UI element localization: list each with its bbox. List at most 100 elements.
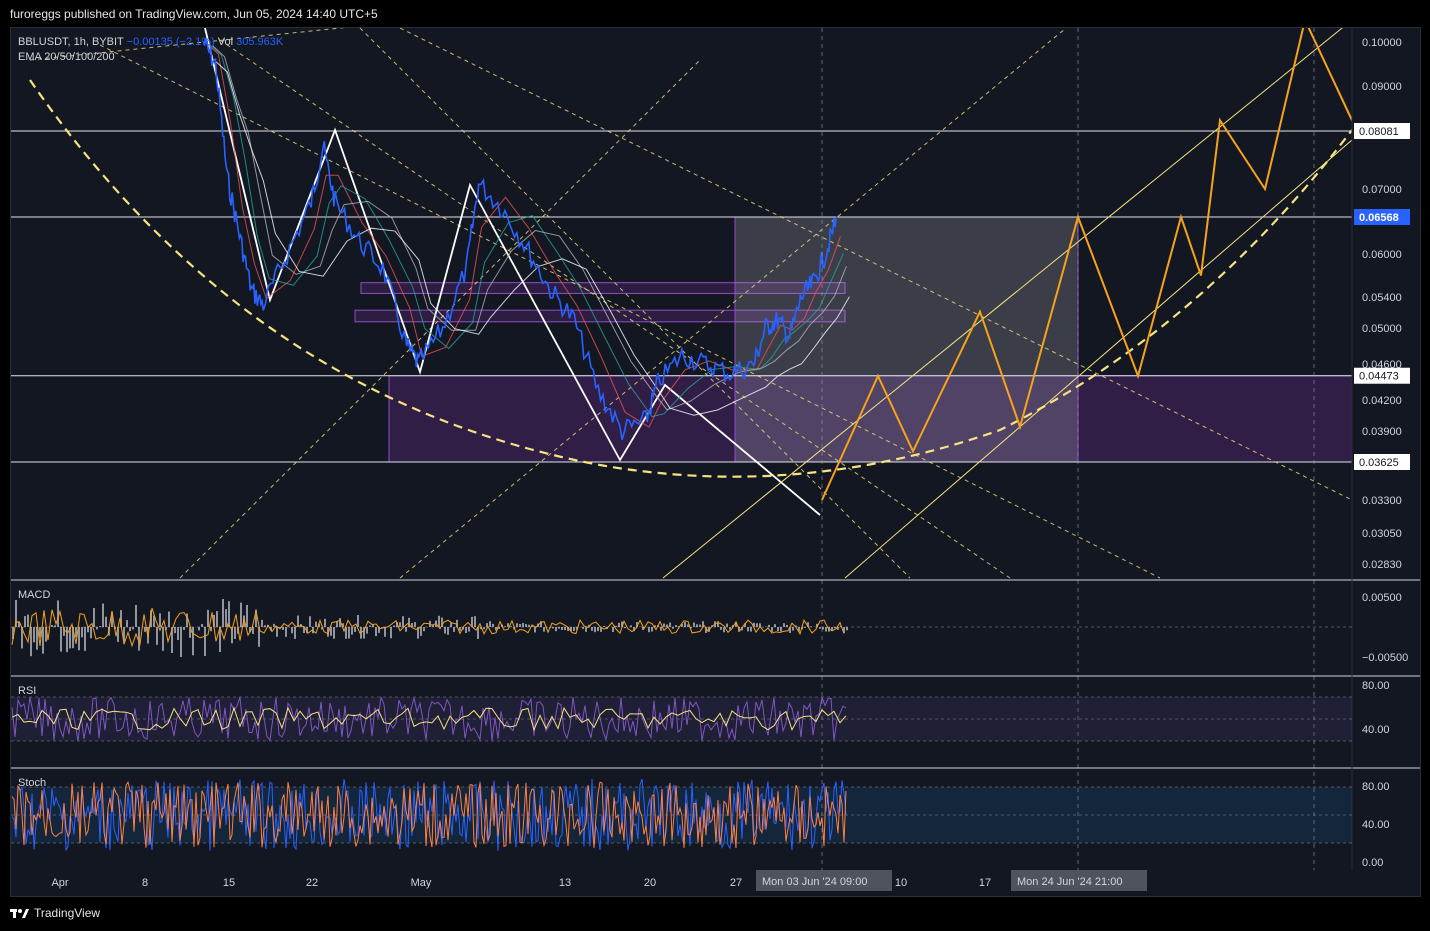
macd-hist-bar xyxy=(582,627,584,629)
price-tick-label: 0.04200 xyxy=(1362,395,1402,407)
macd-hist-bar xyxy=(492,623,494,627)
macd-hist-bar xyxy=(405,627,407,632)
macd-hist-bar xyxy=(348,627,350,639)
macd-hist-bar xyxy=(276,627,278,637)
macd-hist-bar xyxy=(777,627,779,632)
macd-hist-bar xyxy=(198,627,200,631)
time-tick-label: 27 xyxy=(730,877,742,889)
price-tick-label: 0.06000 xyxy=(1362,249,1402,261)
macd-hist-bar xyxy=(375,627,377,637)
macd-hist-bar xyxy=(573,627,575,631)
chart-legend: BBLUSDT, 1h, BYBIT −0.00135 (−2.1%) Vol … xyxy=(18,35,283,65)
macd-hist-bar xyxy=(30,627,32,657)
macd-hist-bar xyxy=(282,627,284,630)
macd-hist-bar xyxy=(768,624,770,627)
macd-hist-bar xyxy=(234,627,236,639)
macd-hist-bar xyxy=(648,627,650,633)
macd-hist-bar xyxy=(366,627,368,634)
legend-volume-label: Vol xyxy=(217,36,234,48)
macd-hist-bar xyxy=(615,625,617,627)
macd-hist-bar xyxy=(96,627,98,630)
macd-hist-bar xyxy=(489,621,491,627)
macd-hist-bar xyxy=(81,627,83,638)
price-level-label: 0.03625 xyxy=(1359,457,1399,469)
chart-svg[interactable]: 0.10000 0.09000 0.07000 0.06000 0.05400 0.050… xyxy=(0,0,1430,931)
macd-label: MACD xyxy=(18,589,51,601)
macd-hist-bar xyxy=(90,627,92,639)
footer: TradingView xyxy=(10,906,100,920)
macd-hist-bar xyxy=(273,623,275,627)
macd-hist-bar xyxy=(57,600,59,627)
macd-hist-bar xyxy=(180,627,182,657)
macd-hist-bar xyxy=(552,627,554,629)
macd-hist-bar xyxy=(459,627,461,631)
macd-hist-bar xyxy=(129,627,131,632)
macd-hist-bar xyxy=(465,627,467,634)
macd-hist-bar xyxy=(315,621,317,627)
macd-hist-bar xyxy=(507,623,509,627)
time-tick-label: May xyxy=(411,877,432,889)
macd-hist-bar xyxy=(216,611,218,627)
macd-hist-bar xyxy=(294,627,296,639)
legend-volume: 305.963K xyxy=(236,36,284,48)
macd-hist-bar xyxy=(780,627,782,632)
macd-hist-bar xyxy=(564,627,566,631)
macd-hist-bar xyxy=(543,627,545,632)
macd-hist-bar xyxy=(603,625,605,627)
macd-hist-bar xyxy=(102,603,104,627)
macd-hist-bar xyxy=(750,627,752,632)
macd-hist-bar xyxy=(822,627,824,630)
macd-hist-bar xyxy=(51,625,53,627)
macd-hist-bar xyxy=(399,622,401,627)
price-tick-label: 0.02830 xyxy=(1362,559,1402,571)
macd-pane: 0.00500 −0.00500 xyxy=(11,592,1408,664)
macd-hist-bar xyxy=(585,627,587,632)
macd-hist-bar xyxy=(747,627,749,632)
macd-hist-bar xyxy=(285,627,287,637)
macd-hist-bar xyxy=(717,621,719,627)
macd-hist-bar xyxy=(447,627,449,635)
macd-hist-bar xyxy=(222,599,224,627)
time-tick-label: 22 xyxy=(306,877,318,889)
macd-hist-bar xyxy=(792,627,794,631)
price-tick-label: 0.03300 xyxy=(1362,495,1402,507)
macd-hist-bar xyxy=(420,627,422,636)
crosshair-time-label: Mon 24 Jun '24 21:00 xyxy=(1017,876,1122,888)
macd-hist-bar xyxy=(93,607,95,627)
macd-hist-bar xyxy=(24,616,26,627)
rsi-tick-label: 40.00 xyxy=(1362,724,1390,736)
time-tick-label: 13 xyxy=(559,877,571,889)
macd-hist-bar xyxy=(201,624,203,627)
macd-tick-label: −0.00500 xyxy=(1362,652,1408,664)
price-level-label: 0.08081 xyxy=(1359,126,1399,138)
macd-hist-bar xyxy=(66,627,68,653)
stoch-tick-label: 80.00 xyxy=(1362,781,1390,793)
macd-hist-bar xyxy=(438,615,440,627)
macd-hist-bar xyxy=(210,627,212,632)
macd-hist-bar xyxy=(54,625,56,627)
macd-hist-bar xyxy=(474,616,476,627)
macd-hist-bar xyxy=(663,623,665,627)
price-tick-label: 0.03900 xyxy=(1362,426,1402,438)
macd-hist-bar xyxy=(516,623,518,627)
macd-hist-bar xyxy=(384,627,386,637)
macd-tick-label: 0.00500 xyxy=(1362,592,1402,604)
macd-hist-bar xyxy=(333,627,335,639)
macd-hist-bar xyxy=(672,627,674,629)
macd-hist-bar xyxy=(27,614,29,627)
macd-hist-bar xyxy=(786,624,788,627)
macd-hist-bar xyxy=(819,627,821,629)
macd-hist-bar xyxy=(351,627,353,635)
macd-hist-bar xyxy=(597,627,599,632)
macd-hist-bar xyxy=(402,616,404,627)
macd-hist-bar xyxy=(591,627,593,631)
macd-hist-bar xyxy=(126,620,128,627)
footer-brand: TradingView xyxy=(34,906,101,920)
macd-hist-bar xyxy=(774,624,776,627)
macd-hist-bar xyxy=(369,625,371,627)
macd-hist-bar xyxy=(726,623,728,627)
macd-hist-bar xyxy=(684,622,686,627)
macd-hist-bar xyxy=(135,605,137,627)
time-tick-label: 17 xyxy=(979,877,991,889)
macd-hist-bar xyxy=(720,627,722,630)
